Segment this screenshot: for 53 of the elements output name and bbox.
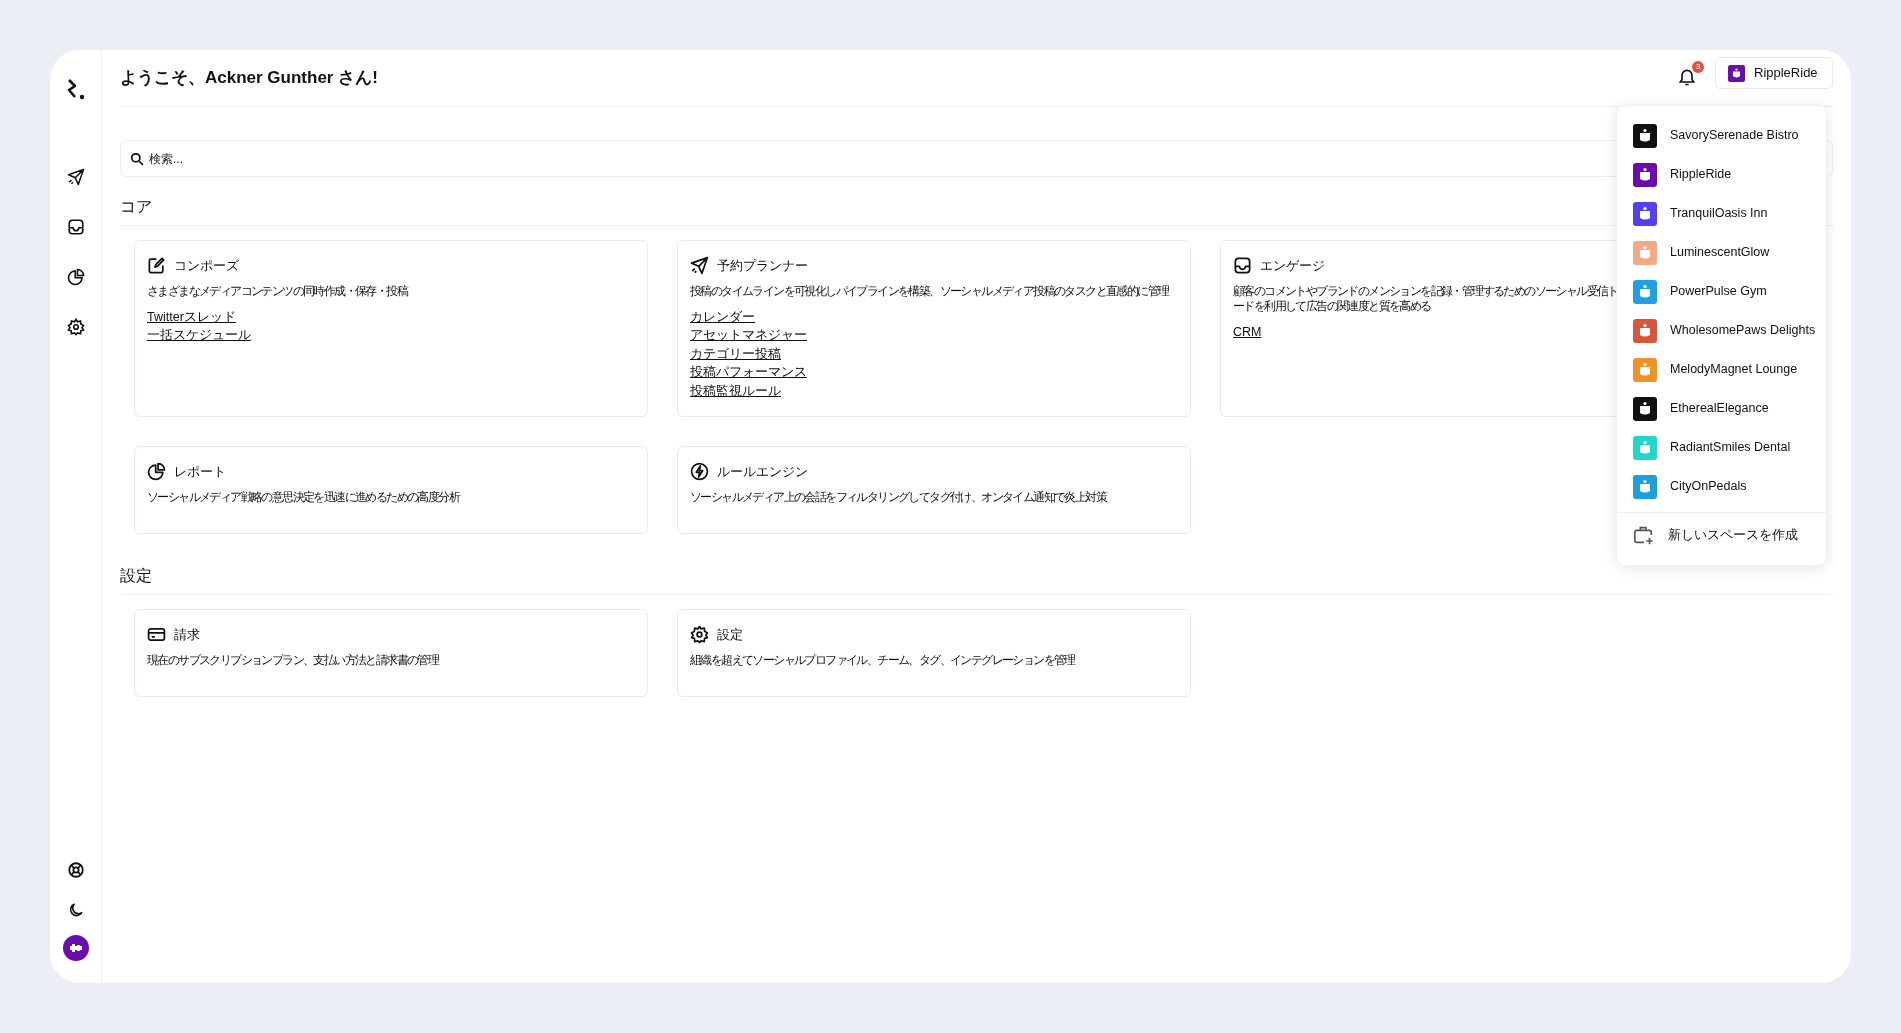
feature-card[interactable]: レポート ソーシャルメディア戦略の意思決定を迅速に進めるための高度分析 <box>134 446 648 534</box>
card-title: 予約プランナー <box>717 257 808 275</box>
card-description: ソーシャルメディア戦略の意思決定を迅速に進めるための高度分析 <box>147 489 459 505</box>
edit-icon <box>147 256 166 276</box>
settings-icon[interactable] <box>66 318 85 336</box>
feature-card[interactable]: コンポーズ さまざまなメディアコンテンツの同時作成・保存・投稿 Twitterスレッド 一括スケジュール <box>134 240 648 417</box>
space-menu-item[interactable]: CityOnPedals <box>1617 467 1826 506</box>
card-link[interactable]: Twitterスレッド <box>147 307 236 326</box>
card-description: ソーシャルメディア上の会話をフィルタリングしてタグ付け、オンタイム通知で炎上対策 <box>690 489 1106 505</box>
card-title: レポート <box>174 463 226 481</box>
section-heading: 設定 <box>120 567 152 584</box>
section-heading: コア <box>120 198 152 215</box>
card-link[interactable]: カレンダー <box>690 307 755 326</box>
inbox-icon[interactable] <box>66 218 85 236</box>
lifebuoy-icon[interactable] <box>66 861 85 879</box>
settings-icon <box>690 625 709 645</box>
pie-chart-icon <box>147 462 166 482</box>
send-icon <box>690 256 709 276</box>
feature-card[interactable]: ルールエンジン ソーシャルメディア上の会話をフィルタリングしてタグ付け、オンタイム通知で炎上対策 <box>677 446 1191 534</box>
create-space-item[interactable]: 新しいスペースを作成 <box>1617 515 1826 555</box>
card-link[interactable]: 一括スケジュール <box>147 326 251 345</box>
card-description: ードを利用して広告の関連度と質を高める <box>1233 298 1431 314</box>
space-menu-item[interactable]: RadiantSmiles Dental <box>1617 428 1826 467</box>
card-link[interactable]: アセットマネジャー <box>690 326 807 345</box>
avatar[interactable] <box>62 935 89 961</box>
feature-card[interactable]: 請求 現在のサブスクリプションプラン、支払い方法と請求書の管理 <box>134 609 648 697</box>
card-title: 請求 <box>174 626 200 644</box>
send-icon[interactable] <box>66 168 85 186</box>
card-title: 設定 <box>717 626 743 644</box>
space-menu-item[interactable]: TranquilOasis Inn <box>1617 194 1826 233</box>
card-title: ルールエンジン <box>717 463 808 481</box>
card-description: 顧客のコメントやブランドのメンションを記録・管理するためのソーシャル受信ト <box>1233 283 1618 299</box>
card-description: 現在のサブスクリプションプラン、支払い方法と請求書の管理 <box>147 652 439 668</box>
feature-card[interactable]: 予約プランナー 投稿のタイムラインを可視化しパイプラインを構築、ソーシャルメディア投稿のタスクと直感的に管理 カレンダー アセットマネジャー カテゴリー投稿 投稿パフォーマンス 投稿監視ルール <box>677 240 1191 417</box>
notification-count-badge: 3 <box>1692 60 1704 73</box>
search-icon <box>130 152 144 166</box>
inbox-icon <box>1233 256 1252 276</box>
lightning-icon <box>690 462 709 482</box>
card-title: エンゲージ <box>1260 257 1325 275</box>
card-link[interactable]: カテゴリー投稿 <box>690 344 781 363</box>
feature-card[interactable]: 設定 組織を超えてソーシャルプロファイル、チーム、タグ、インテグレーションを管理 <box>677 609 1191 697</box>
logo-icon[interactable] <box>65 78 86 100</box>
card-link[interactable]: CRM <box>1233 322 1262 341</box>
card-description: 投稿のタイムラインを可視化しパイプラインを構築、ソーシャルメディア投稿のタスクと直感的に管理 <box>690 283 1169 299</box>
space-switcher-button[interactable]: RippleRide <box>1715 57 1833 89</box>
card-description: 組織を超えてソーシャルプロファイル、チーム、タグ、インテグレーションを管理 <box>690 652 1075 668</box>
card-link[interactable]: 投稿パフォーマンス <box>690 363 807 382</box>
card-description: さまざまなメディアコンテンツの同時作成・保存・投稿 <box>147 283 407 299</box>
welcome-heading: ようこそ、Ackner Gunther さん! <box>120 67 378 90</box>
pie-chart-icon[interactable] <box>66 268 85 286</box>
card-link[interactable]: 投稿監視ルール <box>690 381 781 400</box>
card-title: コンポーズ <box>174 257 239 275</box>
briefcase-plus-icon <box>1633 524 1655 546</box>
